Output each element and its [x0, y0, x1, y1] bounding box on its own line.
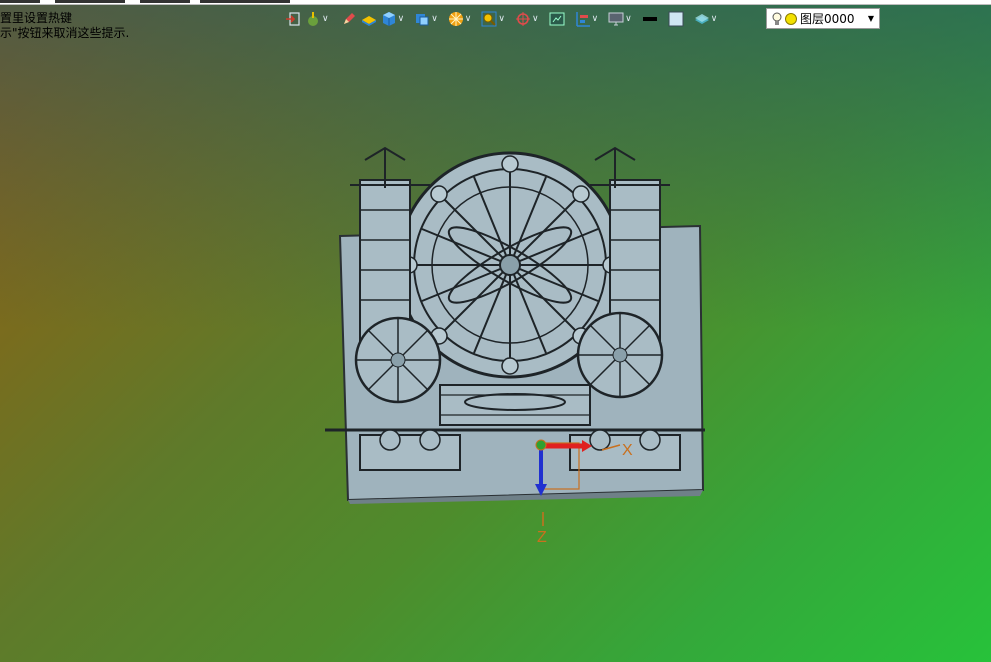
snap-mode-button[interactable]: ∨ — [304, 8, 330, 30]
solid-button[interactable]: ∨ — [380, 8, 406, 30]
align-icon — [575, 12, 590, 27]
sketch-pen-icon — [343, 13, 355, 24]
align-button[interactable]: ∨ — [574, 8, 600, 30]
display-monitor-icon — [608, 12, 624, 26]
chevron-down-icon: ∨ — [431, 14, 438, 24]
chevron-down-icon: ∨ — [625, 14, 632, 24]
dismiss-hint-line: 示"按钮来取消这些提示. — [0, 26, 130, 40]
fill-color-icon — [668, 11, 684, 27]
view-cube-button[interactable]: ∨ — [413, 8, 439, 30]
render-style-button[interactable]: ∨ — [447, 8, 473, 30]
zoom-fit-icon — [481, 11, 497, 27]
view-cube-icon — [416, 14, 429, 26]
hotkey-hint-line: 置里设置热键 — [0, 11, 73, 25]
line-color-icon — [642, 17, 657, 21]
surface-icon — [361, 16, 376, 26]
layer-name: 图层0000 — [800, 12, 855, 26]
chevron-down-icon: ∨ — [322, 14, 329, 24]
chevron-down-icon: ▼ — [867, 14, 874, 23]
z-axis-label: Z — [537, 529, 547, 546]
sketch-button[interactable] — [340, 8, 358, 30]
layer-stack-icon — [694, 14, 709, 24]
view-toolbar: ∨ ∨ ∨ ∨ ∨ ∨ ∨ ∨ ∨ — [284, 8, 718, 30]
cad-model-viewport[interactable]: X Z — [320, 140, 720, 550]
center-stage — [439, 384, 591, 426]
title-strip — [0, 0, 991, 5]
chevron-down-icon: ∨ — [464, 14, 472, 24]
layer-stack-button[interactable]: ∨ — [693, 8, 719, 30]
view-orient-button[interactable]: ∨ — [514, 8, 540, 30]
solid-cube-icon — [382, 12, 395, 26]
x-axis-label: X — [622, 442, 633, 459]
layer-select[interactable]: 图层0000 ▼ — [766, 8, 880, 29]
import-icon — [286, 12, 300, 26]
fill-color-button[interactable] — [667, 8, 685, 30]
view-orient-icon — [515, 12, 530, 26]
import-button[interactable] — [284, 8, 302, 30]
chevron-down-icon: ∨ — [591, 14, 599, 24]
render-style-icon — [448, 12, 463, 26]
surface-button[interactable] — [360, 8, 378, 30]
section-view-icon — [549, 12, 565, 26]
section-view-button[interactable] — [548, 8, 566, 30]
chevron-down-icon: ∨ — [531, 14, 539, 24]
display-button[interactable]: ∨ — [607, 8, 633, 30]
line-color-button[interactable] — [641, 8, 659, 30]
zoom-fit-button[interactable]: ∨ — [480, 8, 506, 30]
snap-mode-icon — [308, 12, 318, 26]
chevron-down-icon: ∨ — [710, 14, 718, 24]
left-small-wheel — [354, 316, 442, 404]
chevron-down-icon: ∨ — [498, 14, 505, 24]
chevron-down-icon: ∨ — [397, 14, 405, 24]
layer-color-dot — [785, 12, 797, 25]
lightbulb-icon — [772, 12, 782, 25]
